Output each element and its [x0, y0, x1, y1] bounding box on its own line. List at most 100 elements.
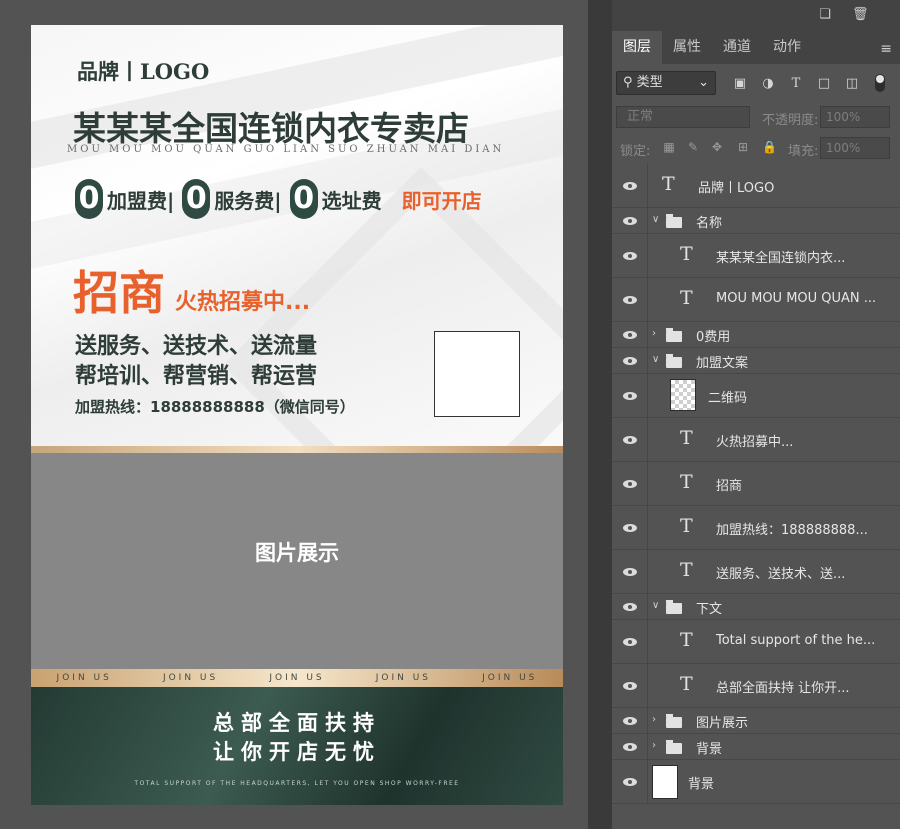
- chevron-down-icon[interactable]: ∨: [652, 354, 659, 365]
- layer-row[interactable]: T 加盟热线：188888888...: [612, 506, 900, 550]
- blend-mode-select[interactable]: 正常: [616, 106, 750, 128]
- type-filter-icon[interactable]: T: [788, 76, 804, 92]
- layer-row[interactable]: T 火热招募中...: [612, 418, 900, 462]
- hotline-text: 加盟热线：18888888888（微信同号）: [75, 398, 355, 416]
- visibility-toggle[interactable]: [612, 594, 648, 619]
- layer-row[interactable]: ∨ 名称: [612, 208, 900, 234]
- layer-row[interactable]: ∨ 下文: [612, 594, 900, 620]
- chevron-down-icon[interactable]: ∨: [652, 600, 659, 611]
- layer-row[interactable]: T 某某某全国连锁内衣...: [612, 234, 900, 278]
- tab-actions[interactable]: 动作: [762, 31, 812, 64]
- visibility-toggle[interactable]: [612, 278, 648, 321]
- layers-panel: ❏ 🗑 图层 属性 通道 动作 ≡ ⚲ 类型 ⌄ ▣ ◑ T □ ◫ 正常 不透…: [612, 0, 900, 829]
- tab-properties[interactable]: 属性: [662, 31, 712, 64]
- visibility-toggle[interactable]: [612, 664, 648, 707]
- layer-row[interactable]: › 0费用: [612, 322, 900, 348]
- opacity-field[interactable]: 100%: [820, 106, 890, 128]
- smart-object-thumbnail: [670, 379, 696, 411]
- lock-row: 锁定: ▦ ✎ ✥ ⊞ 🔒 填充: 100%: [612, 133, 900, 163]
- layer-name: 0费用: [696, 330, 731, 345]
- layer-name: 背景: [688, 777, 715, 792]
- chevron-right-icon[interactable]: ›: [652, 714, 656, 725]
- layer-name: 图片展示: [696, 716, 749, 731]
- chevron-down-icon[interactable]: ∨: [652, 214, 659, 225]
- eye-icon: [623, 778, 637, 786]
- shape-filter-icon[interactable]: □: [816, 76, 832, 92]
- fill-label: 填充:: [788, 144, 819, 159]
- panel-top-bar: ❏ 🗑: [612, 0, 900, 31]
- layer-thumbnail: [652, 765, 678, 799]
- lock-move-icon[interactable]: ✥: [710, 140, 724, 154]
- folder-icon: [666, 714, 682, 728]
- text-layer-icon: T: [662, 173, 675, 195]
- layer-row[interactable]: ∨ 加盟文案: [612, 348, 900, 374]
- panel-menu-icon[interactable]: ≡: [880, 41, 892, 57]
- opacity-label: 不透明度:: [762, 113, 819, 128]
- layer-row[interactable]: T MOU MOU MOU QUAN ...: [612, 278, 900, 322]
- folder-icon: [666, 214, 682, 228]
- layer-row[interactable]: T 送服务、送技术、送...: [612, 550, 900, 594]
- layer-row[interactable]: T Total support of the he...: [612, 620, 900, 664]
- layer-name: 招商: [716, 479, 743, 494]
- smart-object-filter-icon[interactable]: ◫: [844, 76, 860, 92]
- layer-row[interactable]: › 图片展示: [612, 708, 900, 734]
- eye-icon: [623, 217, 637, 225]
- visibility-toggle[interactable]: [612, 348, 648, 373]
- tab-layers[interactable]: 图层: [612, 31, 662, 64]
- visibility-toggle[interactable]: [612, 550, 648, 593]
- filter-toggle[interactable]: [875, 74, 885, 92]
- visibility-toggle[interactable]: [612, 208, 648, 233]
- visibility-toggle[interactable]: [612, 760, 648, 803]
- fee-row: 0 加盟费| 0 服务费| 0 选址费 即可开店: [75, 175, 482, 223]
- layer-name: 二维码: [708, 391, 748, 406]
- lock-artboard-icon[interactable]: ⊞: [736, 140, 750, 154]
- layer-filter-select[interactable]: ⚲ 类型 ⌄: [616, 71, 716, 95]
- visibility-toggle[interactable]: [612, 234, 648, 277]
- layer-name: 品牌丨LOGO: [698, 181, 775, 196]
- layer-row[interactable]: 背景: [612, 760, 900, 804]
- eye-icon: [623, 331, 637, 339]
- poster-header-section: 品牌丨LOGO 某某某全国连锁内衣专卖店 MOU MOU MOU QUAN GU…: [31, 25, 563, 563]
- layer-name: 总部全面扶持 让你开...: [716, 681, 850, 696]
- layer-name: 加盟文案: [696, 356, 749, 371]
- text-layer-icon: T: [680, 629, 693, 651]
- new-layer-icon[interactable]: ❏: [818, 7, 832, 22]
- fee-zero-badge: 0: [182, 179, 211, 219]
- visibility-toggle[interactable]: [612, 164, 648, 207]
- panel-bottom: [612, 818, 900, 829]
- visibility-toggle[interactable]: [612, 374, 648, 417]
- layer-name: 火热招募中...: [716, 435, 794, 450]
- text-layer-icon: T: [680, 471, 693, 493]
- lock-all-icon[interactable]: 🔒: [762, 140, 777, 154]
- layer-row[interactable]: 二维码: [612, 374, 900, 418]
- layer-row[interactable]: T 招商: [612, 462, 900, 506]
- text-layer-icon: T: [680, 559, 693, 581]
- trash-icon[interactable]: 🗑: [852, 7, 869, 22]
- layer-name: 加盟热线：188888888...: [716, 523, 868, 538]
- lock-brush-icon[interactable]: ✎: [686, 140, 700, 154]
- document-canvas-area[interactable]: 品牌丨LOGO 某某某全国连锁内衣专卖店 MOU MOU MOU QUAN GU…: [0, 0, 600, 829]
- visibility-toggle[interactable]: [612, 506, 648, 549]
- folder-icon: [666, 354, 682, 368]
- fee-cta-text: 即可开店: [401, 188, 482, 213]
- visibility-toggle[interactable]: [612, 708, 648, 733]
- adjustment-filter-icon[interactable]: ◑: [760, 76, 776, 92]
- brand-logo-text: 品牌丨LOGO: [77, 59, 210, 84]
- lock-transparent-icon[interactable]: ▦: [662, 140, 676, 154]
- layer-row[interactable]: T 品牌丨LOGO: [612, 164, 900, 208]
- layer-row[interactable]: T 总部全面扶持 让你开...: [612, 664, 900, 708]
- poster-document[interactable]: 品牌丨LOGO 某某某全国连锁内衣专卖店 MOU MOU MOU QUAN GU…: [31, 25, 563, 805]
- layer-row[interactable]: › 背景: [612, 734, 900, 760]
- chevron-right-icon[interactable]: ›: [652, 740, 656, 751]
- fill-field[interactable]: 100%: [820, 137, 890, 159]
- tab-channels[interactable]: 通道: [712, 31, 762, 64]
- shop-name-pinyin: MOU MOU MOU QUAN GUO LIAN SUO ZHUAN MAI …: [67, 144, 505, 155]
- visibility-toggle[interactable]: [612, 322, 648, 347]
- chevron-right-icon[interactable]: ›: [652, 328, 656, 339]
- shop-name-title: 某某某全国连锁内衣专卖店: [73, 109, 469, 148]
- image-filter-icon[interactable]: ▣: [732, 76, 748, 92]
- visibility-toggle[interactable]: [612, 462, 648, 505]
- visibility-toggle[interactable]: [612, 418, 648, 461]
- visibility-toggle[interactable]: [612, 734, 648, 759]
- visibility-toggle[interactable]: [612, 620, 648, 663]
